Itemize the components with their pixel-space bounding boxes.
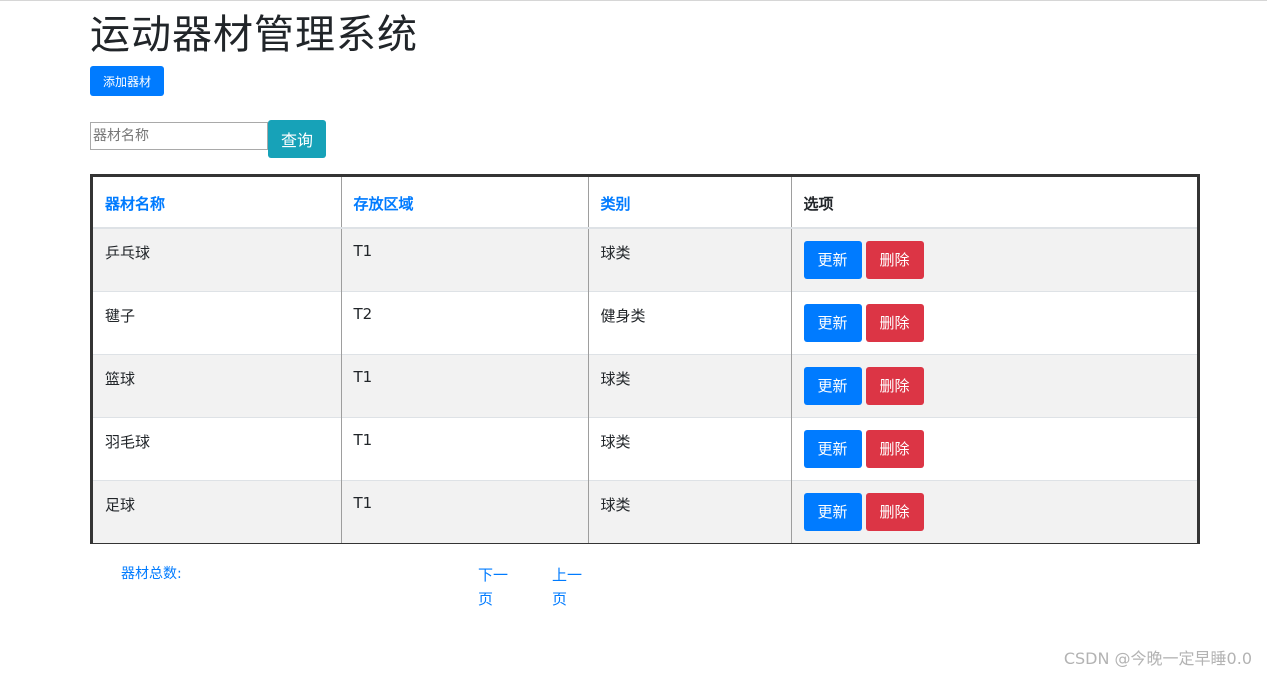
cell-category: 球类 (587, 479, 791, 543)
cell-category: 健身类 (587, 290, 791, 354)
column-header-category[interactable]: 类别 (587, 177, 791, 229)
cell-area: T1 (340, 227, 588, 291)
column-header-name[interactable]: 器材名称 (93, 177, 341, 229)
equipment-table: 器材名称 存放区域 类别 选项 乒乓球 T1 球类 更新 删除 毽子 T2 健身类… (90, 174, 1200, 544)
update-button[interactable]: 更新 (803, 429, 862, 468)
cell-area: T2 (340, 290, 588, 354)
cell-actions: 更新 删除 (790, 227, 1197, 291)
delete-button[interactable]: 删除 (865, 303, 924, 342)
table-row: 羽毛球 T1 球类 更新 删除 (93, 416, 1197, 480)
column-header-options: 选项 (790, 177, 1197, 229)
csdn-watermark: CSDN @今晚一定早睡0.0 (1063, 649, 1252, 668)
update-button[interactable]: 更新 (803, 241, 862, 279)
table-row: 足球 T1 球类 更新 删除 (93, 479, 1197, 543)
cell-category: 球类 (587, 227, 791, 291)
table-header-row: 器材名称 存放区域 类别 选项 (93, 177, 1197, 229)
delete-button[interactable]: 删除 (865, 366, 924, 405)
cell-actions: 更新 删除 (790, 479, 1197, 543)
next-page-link[interactable]: 下一页 (478, 563, 514, 611)
cell-area: T1 (340, 479, 588, 543)
cell-name: 乒乓球 (93, 227, 341, 291)
prev-page-link[interactable]: 上一页 (552, 563, 588, 611)
cell-name: 毽子 (93, 290, 341, 354)
cell-category: 球类 (587, 353, 791, 417)
equipment-total-label: 器材总数: (121, 566, 182, 582)
update-button[interactable]: 更新 (803, 492, 862, 531)
table-row: 篮球 T1 球类 更新 删除 (93, 353, 1197, 417)
cell-area: T1 (340, 416, 588, 480)
column-header-area[interactable]: 存放区域 (340, 177, 588, 229)
top-rule (0, 0, 1267, 1)
table-row: 乒乓球 T1 球类 更新 删除 (93, 227, 1197, 291)
cell-name: 足球 (93, 479, 341, 543)
search-button[interactable]: 查询 (268, 120, 326, 158)
cell-name: 篮球 (93, 353, 341, 417)
cell-actions: 更新 删除 (790, 353, 1197, 417)
delete-button[interactable]: 删除 (865, 492, 924, 531)
table-row: 毽子 T2 健身类 更新 删除 (93, 290, 1197, 354)
search-input[interactable] (90, 122, 268, 150)
page-title: 运动器材管理系统 (90, 12, 418, 58)
add-equipment-button[interactable]: 添加器材 (90, 66, 164, 96)
cell-category: 球类 (587, 416, 791, 480)
update-button[interactable]: 更新 (803, 303, 862, 342)
cell-name: 羽毛球 (93, 416, 341, 480)
cell-area: T1 (340, 353, 588, 417)
delete-button[interactable]: 删除 (865, 241, 924, 279)
delete-button[interactable]: 删除 (865, 429, 924, 468)
cell-actions: 更新 删除 (790, 416, 1197, 480)
update-button[interactable]: 更新 (803, 366, 862, 405)
cell-actions: 更新 删除 (790, 290, 1197, 354)
